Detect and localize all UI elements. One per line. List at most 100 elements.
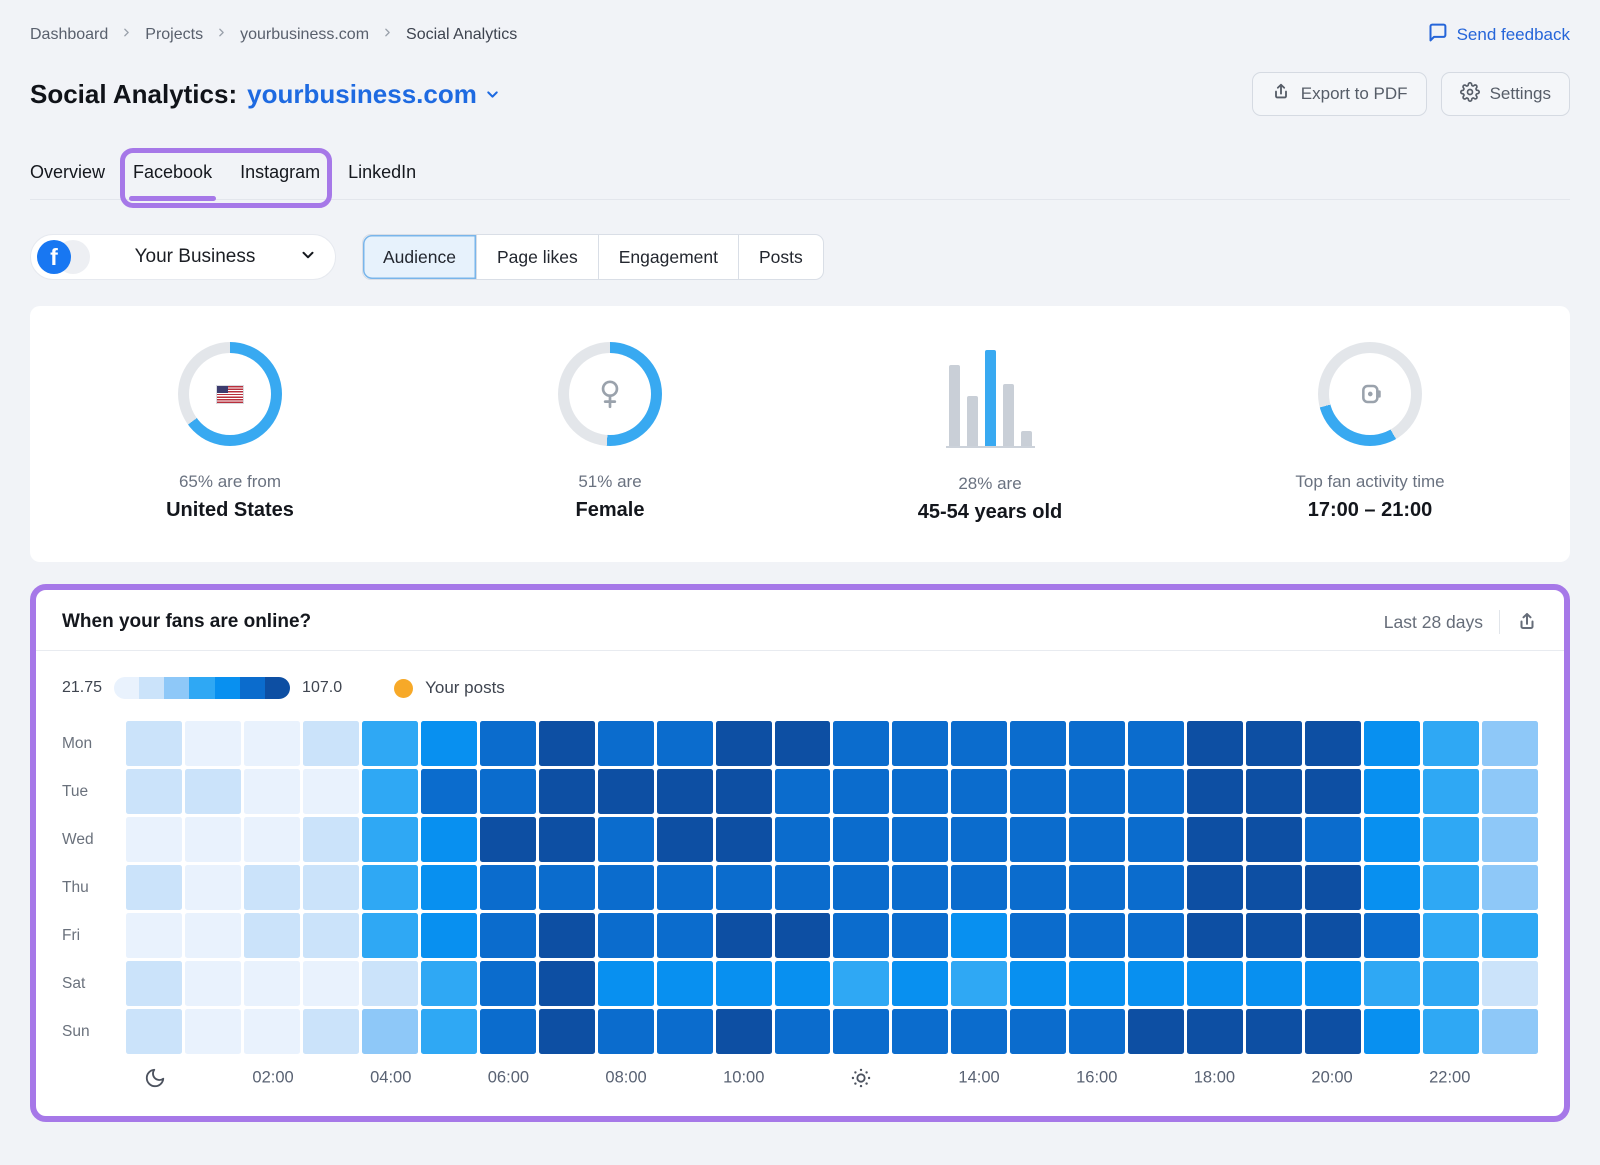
heatmap-cell[interactable] [185,769,241,814]
heatmap-cell[interactable] [1187,817,1243,862]
project-selector[interactable]: yourbusiness.com [247,79,501,110]
heatmap-cell[interactable] [126,721,182,766]
heatmap-cell[interactable] [951,961,1007,1006]
heatmap-cell[interactable] [244,913,300,958]
heatmap-cell[interactable] [775,817,831,862]
heatmap-cell[interactable] [362,721,418,766]
heatmap-cell[interactable] [598,961,654,1006]
heatmap-cell[interactable] [1128,721,1184,766]
heatmap-cell[interactable] [303,769,359,814]
heatmap-cell[interactable] [657,769,713,814]
heatmap-cell[interactable] [775,913,831,958]
heatmap-cell[interactable] [716,1009,772,1054]
heatmap-cell[interactable] [421,865,477,910]
heatmap-cell[interactable] [1246,721,1302,766]
heatmap-cell[interactable] [716,913,772,958]
heatmap-cell[interactable] [362,769,418,814]
tab-overview[interactable]: Overview [30,162,105,199]
heatmap-cell[interactable] [1187,913,1243,958]
heatmap-cell[interactable] [185,817,241,862]
heatmap-cell[interactable] [775,721,831,766]
heatmap-cell[interactable] [1069,1009,1125,1054]
heatmap-cell[interactable] [598,913,654,958]
heatmap-cell[interactable] [303,865,359,910]
heatmap-cell[interactable] [1423,1009,1479,1054]
heatmap-cell[interactable] [1305,865,1361,910]
heatmap-cell[interactable] [480,865,536,910]
subtab-posts[interactable]: Posts [739,235,823,279]
heatmap-cell[interactable] [1482,769,1538,814]
heatmap-cell[interactable] [362,1009,418,1054]
heatmap-cell[interactable] [1423,961,1479,1006]
heatmap-cell[interactable] [598,721,654,766]
heatmap-cell[interactable] [185,913,241,958]
heatmap-cell[interactable] [539,721,595,766]
breadcrumb-dashboard[interactable]: Dashboard [30,26,108,44]
heatmap-cell[interactable] [244,865,300,910]
heatmap-cell[interactable] [1364,721,1420,766]
heatmap-cell[interactable] [1069,913,1125,958]
breadcrumb-projects[interactable]: Projects [145,26,203,44]
heatmap-cell[interactable] [1482,961,1538,1006]
heatmap-cell[interactable] [185,721,241,766]
heatmap-cell[interactable] [1364,769,1420,814]
heatmap-cell[interactable] [1010,865,1066,910]
heatmap-cell[interactable] [362,817,418,862]
heatmap-cell[interactable] [1010,1009,1066,1054]
heatmap-cell[interactable] [1128,961,1184,1006]
heatmap-cell[interactable] [126,865,182,910]
heatmap-cell[interactable] [1128,1009,1184,1054]
heatmap-cell[interactable] [1246,769,1302,814]
heatmap-cell[interactable] [126,961,182,1006]
heatmap-cell[interactable] [539,913,595,958]
heatmap-cell[interactable] [1246,913,1302,958]
heatmap-cell[interactable] [833,769,889,814]
heatmap-cell[interactable] [951,817,1007,862]
heatmap-cell[interactable] [362,913,418,958]
subtab-audience[interactable]: Audience [363,235,477,279]
heatmap-cell[interactable] [892,865,948,910]
heatmap-cell[interactable] [1364,817,1420,862]
heatmap-cell[interactable] [1423,865,1479,910]
heatmap-cell[interactable] [244,769,300,814]
heatmap-cell[interactable] [598,865,654,910]
heatmap-cell[interactable] [362,961,418,1006]
heatmap-cell[interactable] [1069,817,1125,862]
heatmap-cell[interactable] [126,817,182,862]
heatmap-cell[interactable] [1246,817,1302,862]
heatmap-cell[interactable] [1423,817,1479,862]
heatmap-cell[interactable] [892,1009,948,1054]
heatmap-cell[interactable] [892,913,948,958]
heatmap-cell[interactable] [1423,913,1479,958]
heatmap-cell[interactable] [657,913,713,958]
heatmap-cell[interactable] [480,913,536,958]
heatmap-cell[interactable] [657,721,713,766]
heatmap-cell[interactable] [1187,769,1243,814]
heatmap-cell[interactable] [598,1009,654,1054]
heatmap-cell[interactable] [1482,865,1538,910]
send-feedback-link[interactable]: Send feedback [1427,22,1570,48]
heatmap-cell[interactable] [951,721,1007,766]
heatmap-cell[interactable] [833,865,889,910]
heatmap-cell[interactable] [1069,961,1125,1006]
heatmap-cell[interactable] [951,913,1007,958]
heatmap-cell[interactable] [421,1009,477,1054]
heatmap-cell[interactable] [833,817,889,862]
heatmap-cell[interactable] [126,1009,182,1054]
heatmap-cell[interactable] [951,865,1007,910]
heatmap-cell[interactable] [244,961,300,1006]
heatmap-cell[interactable] [892,721,948,766]
heatmap-cell[interactable] [1305,817,1361,862]
heatmap-cell[interactable] [126,769,182,814]
heatmap-cell[interactable] [1482,817,1538,862]
heatmap-cell[interactable] [539,865,595,910]
heatmap-cell[interactable] [1482,721,1538,766]
heatmap-cell[interactable] [421,721,477,766]
heatmap-cell[interactable] [1246,961,1302,1006]
heatmap-cell[interactable] [833,721,889,766]
heatmap-cell[interactable] [539,1009,595,1054]
tab-instagram[interactable]: Instagram [240,162,320,199]
heatmap-cell[interactable] [657,817,713,862]
heatmap-cell[interactable] [657,865,713,910]
breadcrumb-project[interactable]: yourbusiness.com [240,26,369,44]
